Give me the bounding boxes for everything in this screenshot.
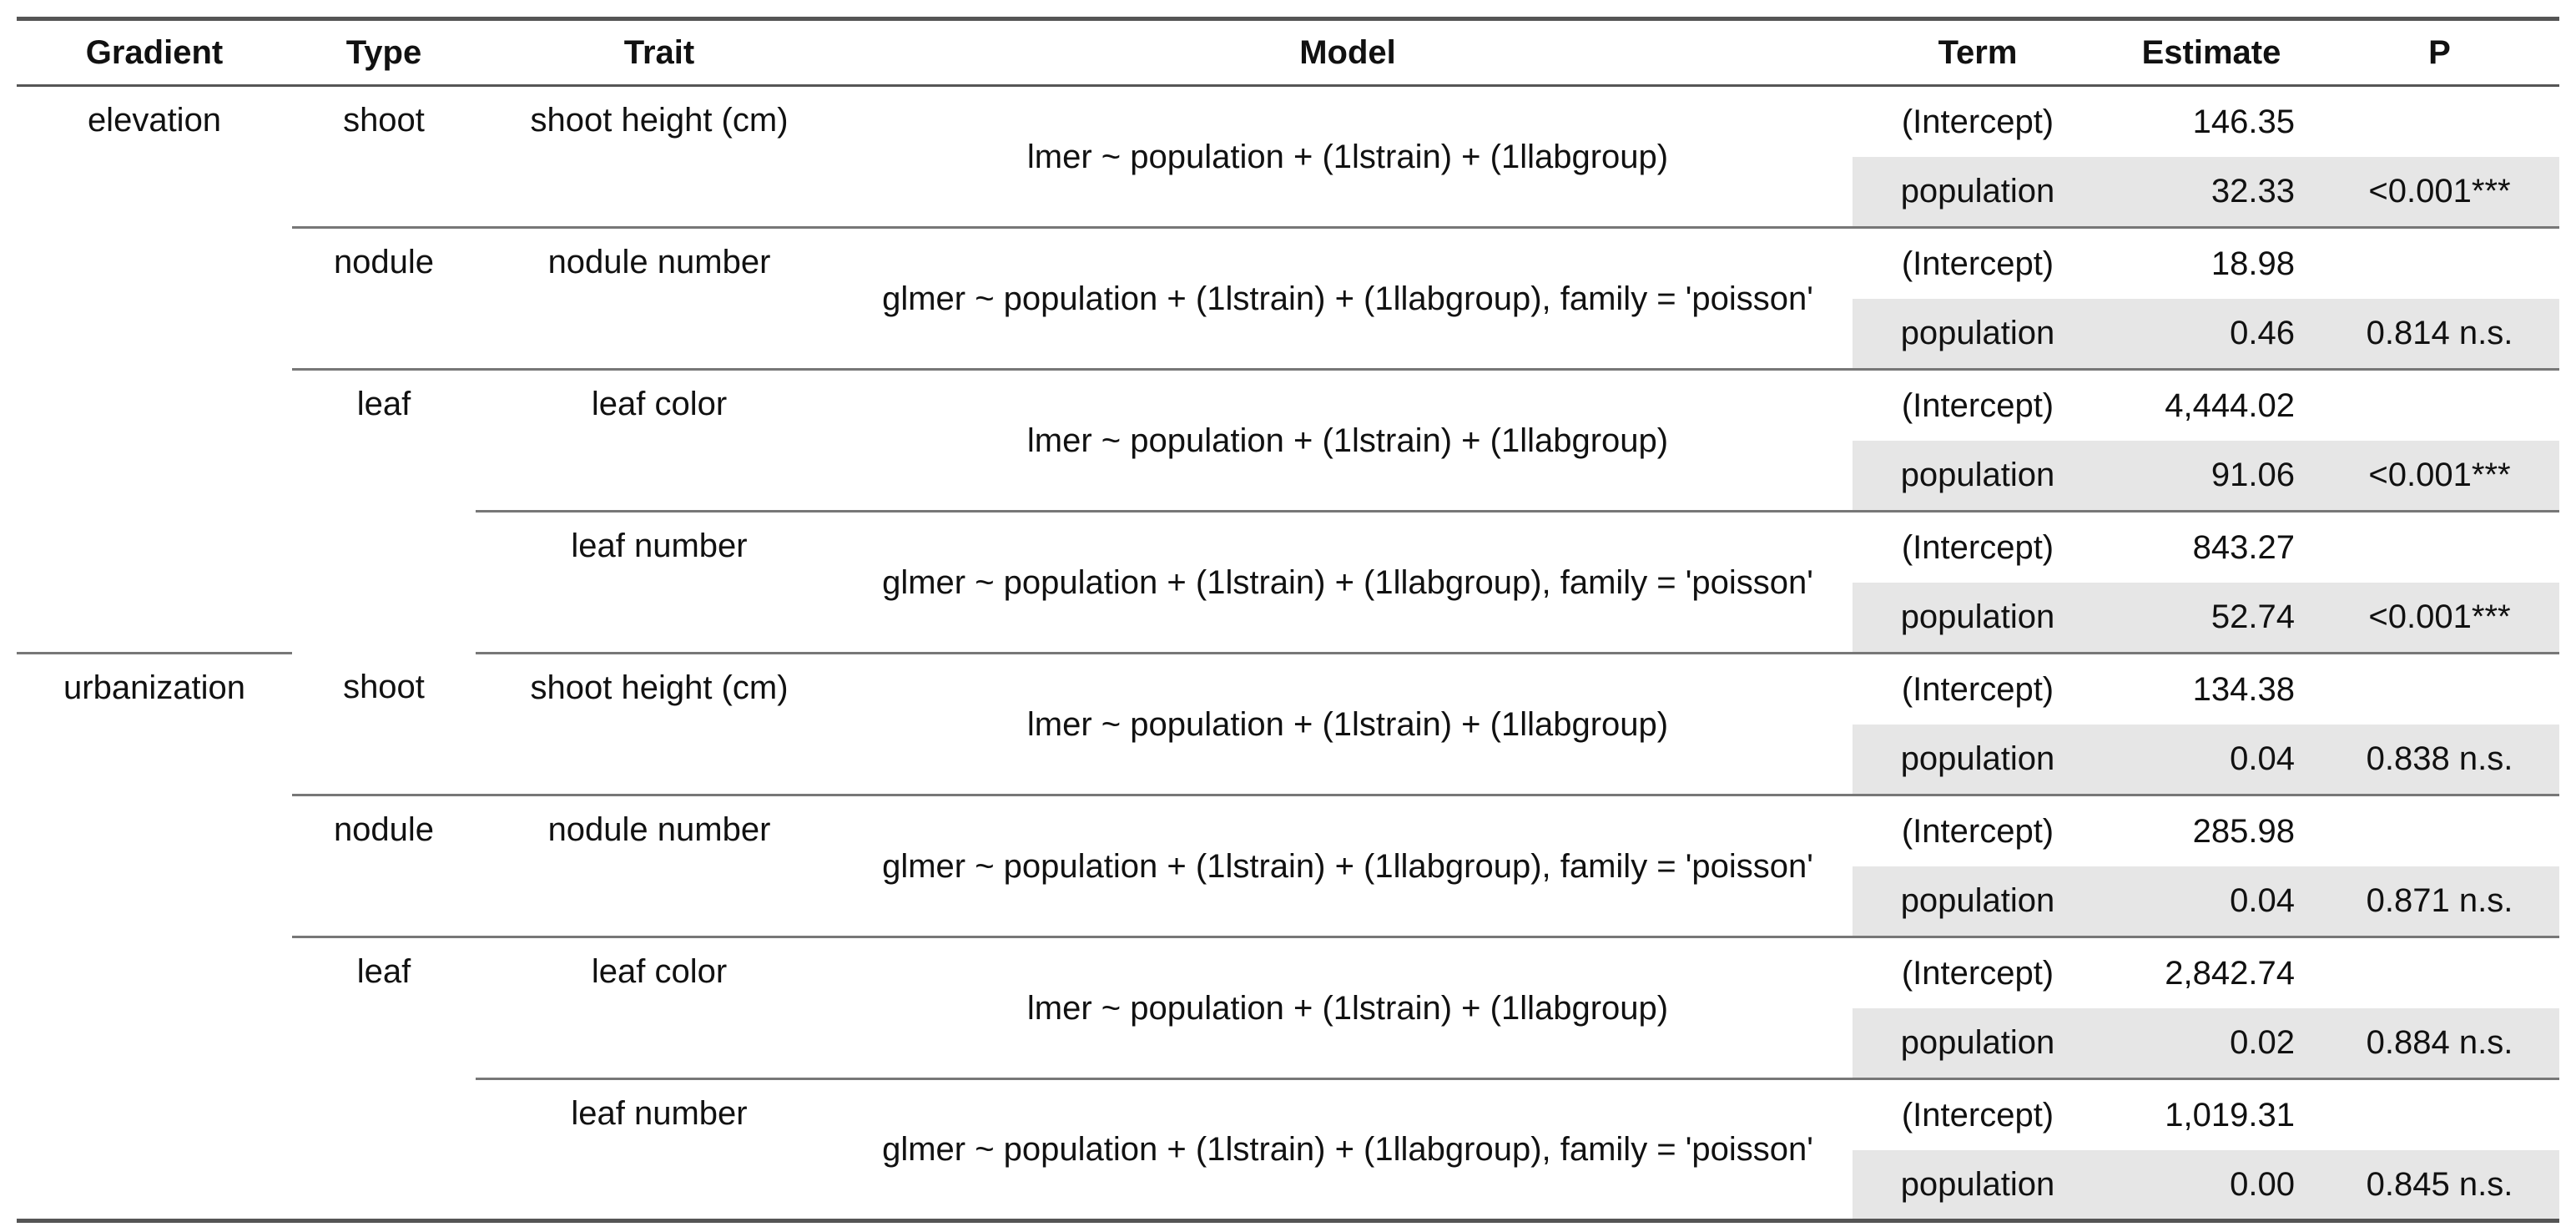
model-cell: lmer ~ population + (1lstrain) + (1llabg… [1026, 138, 1669, 175]
table-body: elevation shoot shoot height (cm) lmer ~ po… [17, 86, 2559, 1223]
trait-cell: leaf color [476, 368, 843, 512]
estimate-cell: 0.04 [2103, 866, 2320, 937]
p-value-cell [2320, 510, 2559, 583]
estimate-cell: 146.35 [2192, 103, 2295, 140]
trait-cell: nodule number [476, 226, 843, 370]
table-row: leaf leaf color lmer ~ population + (1lstr… [17, 368, 2559, 654]
term-cell: (Intercept) [1853, 226, 2103, 299]
p-value-cell [2320, 1078, 2559, 1150]
p-value-cell: 0.838 n.s. [2320, 724, 2559, 795]
trait-cell: shoot height (cm) [476, 652, 843, 795]
model-cell: glmer ~ population + (1lstrain) + (1llab… [843, 1078, 1853, 1223]
model-cell: glmer ~ population + (1lstrain) + (1llab… [843, 510, 1853, 654]
table-header: Gradient Type Trait Model Term Estimate … [17, 17, 2559, 87]
estimate-cell: 32.33 [2103, 156, 2320, 228]
p-value-cell [2320, 226, 2559, 299]
p-value-cell [2320, 86, 2559, 157]
trait-cell: leaf color [476, 936, 843, 1079]
table-row: elevation shoot shoot height (cm) lmer ~ po… [17, 86, 2559, 175]
term-cell: (Intercept) [1853, 1078, 2103, 1150]
term-cell: population [1853, 1007, 2103, 1079]
p-value-cell: 0.845 n.s. [2320, 1149, 2559, 1223]
type-cell: nodule [292, 226, 476, 370]
term-cell: population [1853, 724, 2103, 795]
type-cell: leaf [292, 936, 476, 1223]
term-cell: (Intercept) [1853, 510, 2103, 583]
table-row: nodule nodule number glmer ~ population + … [17, 794, 2559, 937]
model-cell: lmer ~ population + (1lstrain) + (1llabg… [843, 936, 1853, 1079]
type-cell: leaf [292, 368, 476, 654]
term-cell: (Intercept) [1853, 652, 2103, 725]
p-value-cell: 0.884 n.s. [2320, 1007, 2559, 1079]
estimate-cell: 1,019.31 [2103, 1078, 2320, 1150]
p-value-cell: <0.001*** [2320, 440, 2559, 512]
header-trait: Trait [476, 17, 843, 87]
term-cell: population [1853, 440, 2103, 512]
p-value-cell [2320, 936, 2559, 1008]
header-p: P [2320, 17, 2559, 87]
header-gradient: Gradient [17, 17, 292, 87]
model-cell: glmer ~ population + (1lstrain) + (1llab… [843, 226, 1853, 370]
term-cell: population [1853, 298, 2103, 370]
p-value-cell [2320, 794, 2559, 866]
p-value-cell: 0.871 n.s. [2320, 866, 2559, 937]
header-estimate: Estimate [2103, 17, 2320, 87]
estimate-cell: 91.06 [2103, 440, 2320, 512]
p-value-cell: <0.001*** [2320, 582, 2559, 654]
p-value-cell: 0.814 n.s. [2320, 298, 2559, 370]
term-cell: population [1853, 866, 2103, 937]
estimate-cell: 843.27 [2103, 510, 2320, 583]
header-term: Term [1853, 17, 2103, 87]
type-cell: shoot [343, 668, 425, 705]
term-cell: (Intercept) [1853, 368, 2103, 441]
type-cell: nodule [292, 794, 476, 937]
table-row: urbanization shoot shoot height (cm) lmer ~… [17, 652, 2559, 1223]
type-cell: shoot [343, 102, 425, 139]
model-cell: lmer ~ population + (1lstrain) + (1llabg… [843, 368, 1853, 512]
header-row: Gradient Type Trait Model Term Estimate … [17, 17, 2559, 87]
model-cell: glmer ~ population + (1lstrain) + (1llab… [843, 794, 1853, 937]
estimate-cell: 4,444.02 [2103, 368, 2320, 441]
header-type: Type [292, 17, 476, 87]
estimate-cell: 0.02 [2103, 1007, 2320, 1079]
gradient-cell: urbanization [17, 652, 292, 1223]
trait-cell: leaf number [476, 1078, 843, 1223]
header-model: Model [843, 17, 1853, 87]
estimate-cell: 0.46 [2103, 298, 2320, 370]
estimate-cell: 52.74 [2103, 582, 2320, 654]
table-row: nodule nodule number glmer ~ population + … [17, 226, 2559, 370]
gradient-cell: elevation [87, 102, 222, 139]
results-table: Gradient Type Trait Model Term Estimate … [17, 17, 2559, 1223]
estimate-cell: 134.38 [2103, 652, 2320, 725]
p-value-cell [2320, 652, 2559, 725]
p-value-cell [2320, 368, 2559, 441]
term-cell: population [1853, 1149, 2103, 1223]
estimate-cell: 2,842.74 [2103, 936, 2320, 1008]
trait-cell: leaf number [476, 510, 843, 654]
model-cell: lmer ~ population + (1lstrain) + (1llabg… [843, 652, 1853, 795]
trait-cell: nodule number [476, 794, 843, 937]
table-row: leaf leaf color lmer ~ population + (1lstr… [17, 936, 2559, 1223]
estimate-cell: 0.04 [2103, 724, 2320, 795]
term-cell: population [1853, 582, 2103, 654]
estimate-cell: 0.00 [2103, 1149, 2320, 1223]
estimate-cell: 18.98 [2103, 226, 2320, 299]
trait-cell: shoot height (cm) [530, 102, 789, 139]
term-cell: (Intercept) [1853, 936, 2103, 1008]
estimate-cell: 285.98 [2103, 794, 2320, 866]
term-cell: (Intercept) [1853, 794, 2103, 866]
term-cell: population [1853, 156, 2103, 228]
p-value-cell: <0.001*** [2320, 156, 2559, 228]
term-cell: (Intercept) [1901, 103, 2054, 140]
